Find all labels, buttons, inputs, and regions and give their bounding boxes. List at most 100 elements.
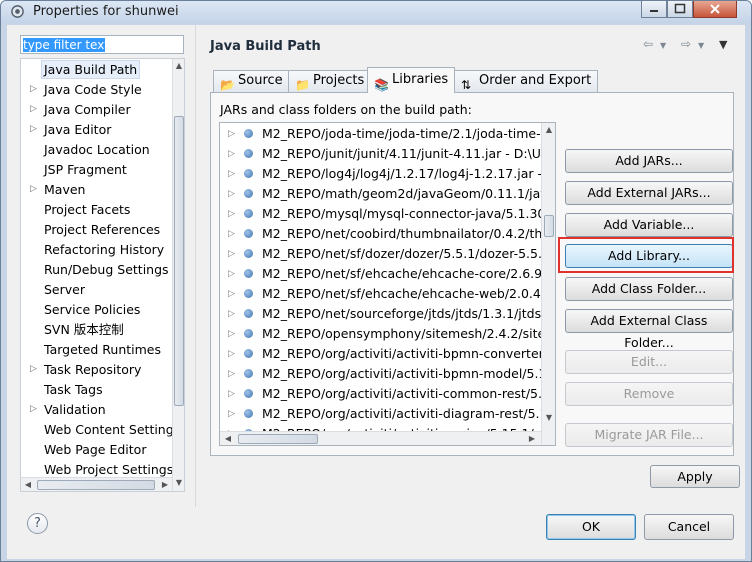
nav-item[interactable]: Java Build Path — [21, 60, 171, 79]
expand-arrow-icon[interactable]: ▷ — [30, 400, 37, 419]
library-row[interactable]: ▷ M2_REPO/net/coobird/thumbnailator/0.4.2… — [220, 224, 555, 244]
nav-item[interactable]: Service Policies — [21, 300, 171, 319]
nav-item[interactable]: Project Facets — [21, 200, 171, 219]
tree-vertical-scrollbar[interactable]: ▲ ▼ — [172, 59, 184, 491]
ok-button[interactable]: OK — [546, 514, 636, 540]
list-scroll-thumb[interactable] — [544, 215, 554, 237]
tab-libraries[interactable]: 📚 Libraries — [367, 67, 456, 93]
cancel-button[interactable]: Cancel — [644, 514, 734, 540]
nav-item[interactable]: Task Tags — [21, 380, 171, 399]
nav-item[interactable]: Targeted Runtimes — [21, 340, 171, 359]
filter-input[interactable] — [23, 37, 179, 52]
library-row[interactable]: ▷ M2_REPO/net/sourceforge/jtds/jtds/1.3.1… — [220, 304, 554, 324]
list-horizontal-scrollbar[interactable]: ◀ ▶ — [220, 431, 541, 445]
category-tree[interactable]: Java Build Path ▷ Java Code Style ▷ Java Com… — [20, 58, 185, 492]
library-row[interactable]: ▷ M2_REPO/math/geom2d/javaGeom/0.11.1/jav… — [220, 184, 555, 204]
library-row[interactable]: ▷ M2_REPO/org/activiti/activiti-diagram-r… — [220, 404, 555, 424]
edit-button[interactable]: Edit... — [565, 350, 733, 374]
list-scroll-up-icon[interactable]: ▲ — [542, 125, 555, 134]
add-external-class-folder-button[interactable]: Add External Class Folder... — [565, 309, 733, 350]
close-button[interactable] — [693, 1, 737, 18]
expand-arrow-icon[interactable]: ▷ — [228, 124, 235, 144]
view-menu-icon[interactable]: ▼ — [719, 38, 727, 51]
nav-item[interactable]: Web Content Settings — [21, 420, 180, 439]
expand-arrow-icon[interactable]: ▷ — [228, 404, 235, 424]
nav-item[interactable]: Project References — [21, 220, 171, 239]
list-scroll-left-icon[interactable]: ◀ — [223, 434, 233, 443]
remove-button[interactable]: Remove — [565, 382, 733, 406]
library-row[interactable]: ▷ M2_REPO/net/sf/ehcache/ehcache-core/2.6… — [220, 264, 554, 284]
nav-item[interactable]: Refactoring History — [21, 240, 171, 259]
library-row[interactable]: ▷ M2_REPO/net/sf/dozer/dozer/5.5.1/dozer-… — [220, 244, 550, 264]
nav-item[interactable]: ▷ Java Code Style — [21, 80, 171, 99]
expand-arrow-icon[interactable]: ▷ — [228, 364, 235, 384]
back-icon[interactable]: ⇦ — [643, 37, 653, 51]
tree-hscroll-thumb[interactable] — [37, 480, 155, 490]
expand-arrow-icon[interactable]: ▷ — [228, 344, 235, 364]
nav-item[interactable]: ▷ Maven — [21, 180, 171, 199]
scroll-up-icon[interactable]: ▲ — [173, 61, 184, 70]
library-row[interactable]: ▷ M2_REPO/log4j/log4j/1.2.17/log4j-1.2.17… — [220, 164, 555, 184]
tree-horizontal-scrollbar[interactable]: ◀ ▶ — [21, 477, 172, 491]
add-jars-button[interactable]: Add JARs... — [565, 149, 733, 173]
expand-arrow-icon[interactable]: ▷ — [30, 80, 37, 99]
expand-arrow-icon[interactable]: ▷ — [228, 284, 235, 304]
expand-arrow-icon[interactable]: ▷ — [228, 384, 235, 404]
expand-arrow-icon[interactable]: ▷ — [228, 164, 235, 184]
forward-icon[interactable]: ⇨ — [681, 37, 691, 51]
expand-arrow-icon[interactable]: ▷ — [228, 324, 235, 344]
list-scroll-right-icon[interactable]: ▶ — [527, 434, 537, 443]
expand-arrow-icon[interactable]: ▷ — [228, 264, 235, 284]
nav-item[interactable]: Javadoc Location — [21, 140, 171, 159]
nav-item[interactable]: ▷ Validation — [21, 400, 171, 419]
list-vertical-scrollbar[interactable]: ▲ ▼ — [541, 123, 555, 445]
expand-arrow-icon[interactable]: ▷ — [30, 180, 37, 199]
maximize-button[interactable] — [667, 1, 693, 18]
filter-field[interactable] — [20, 35, 184, 54]
library-row[interactable]: ▷ M2_REPO/joda-time/joda-time/2.1/joda-ti… — [220, 124, 549, 144]
add-external-jars-button[interactable]: Add External JARs... — [565, 181, 733, 205]
help-icon[interactable]: ? — [27, 513, 48, 534]
nav-item[interactable]: JSP Fragment — [21, 160, 171, 179]
expand-arrow-icon[interactable]: ▷ — [228, 304, 235, 324]
library-row[interactable]: ▷ M2_REPO/junit/junit/4.11/junit-4.11.jar… — [220, 144, 555, 164]
back-menu-icon[interactable]: ▼ — [660, 41, 666, 50]
expand-arrow-icon[interactable]: ▷ — [30, 120, 37, 139]
expand-arrow-icon[interactable]: ▷ — [228, 224, 235, 244]
nav-item[interactable]: SVN 版本控制 — [21, 320, 171, 339]
library-row[interactable]: ▷ M2_REPO/opensymphony/sitemesh/2.4.2/sit… — [220, 324, 555, 344]
add-variable-button[interactable]: Add Variable... — [565, 213, 733, 237]
nav-item[interactable]: Web Page Editor — [21, 440, 171, 459]
scroll-down-icon[interactable]: ▼ — [173, 478, 184, 487]
library-row[interactable]: ▷ M2_REPO/mysql/mysql-connector-java/5.1.… — [220, 204, 555, 224]
nav-item[interactable]: ▷ Java Compiler — [21, 100, 171, 119]
nav-item[interactable]: ▷ Java Editor — [21, 120, 171, 139]
minimize-button[interactable] — [641, 1, 667, 18]
expand-arrow-icon[interactable]: ▷ — [228, 144, 235, 164]
tree-scroll-thumb[interactable] — [174, 116, 184, 406]
tab-projects[interactable]: 📁 Projects — [288, 70, 372, 92]
nav-item[interactable]: ▷ Task Repository — [21, 360, 171, 379]
library-row[interactable]: ▷ M2_REPO/org/activiti/activiti-common-re… — [220, 384, 555, 404]
list-hscroll-thumb[interactable] — [238, 434, 318, 444]
forward-menu-icon[interactable]: ▼ — [698, 41, 704, 50]
list-scroll-down-icon[interactable]: ▼ — [542, 413, 555, 422]
sash[interactable] — [195, 25, 196, 507]
expand-arrow-icon[interactable]: ▷ — [228, 244, 235, 264]
expand-arrow-icon[interactable]: ▷ — [228, 184, 235, 204]
scroll-left-icon[interactable]: ◀ — [23, 480, 33, 489]
add-class-folder-button[interactable]: Add Class Folder... — [565, 277, 733, 301]
expand-arrow-icon[interactable]: ▷ — [228, 204, 235, 224]
expand-arrow-icon[interactable]: ▷ — [30, 360, 37, 379]
apply-button[interactable]: Apply — [650, 465, 740, 488]
library-row[interactable]: ▷ M2_REPO/net/sf/ehcache/ehcache-web/2.0.… — [220, 284, 555, 304]
expand-arrow-icon[interactable]: ▷ — [30, 100, 37, 119]
library-list[interactable]: ▷ M2_REPO/joda-time/joda-time/2.1/joda-ti… — [219, 122, 556, 446]
nav-item[interactable]: Server — [21, 280, 171, 299]
scroll-right-icon[interactable]: ▶ — [160, 480, 170, 489]
library-row[interactable]: ▷ M2_REPO/org/activiti/activiti-bpmn-conv… — [220, 344, 555, 364]
tab-order-export[interactable]: ⇅ Order and Export — [454, 70, 599, 92]
library-row[interactable]: ▷ M2_REPO/org/activiti/activiti-bpmn-mode… — [220, 364, 554, 384]
migrate-jar-button[interactable]: Migrate JAR File... — [565, 423, 733, 447]
tab-source[interactable]: 📂 Source — [213, 70, 290, 92]
